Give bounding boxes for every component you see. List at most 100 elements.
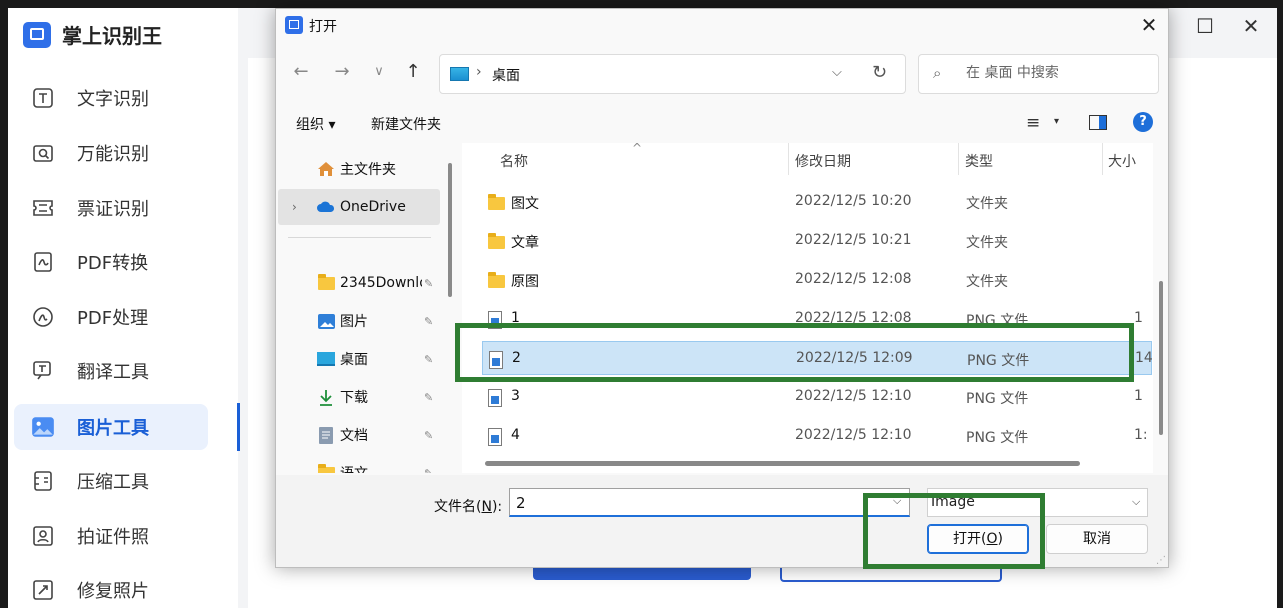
- file-row[interactable]: 原图 2022/12/5 12:08 文件夹: [482, 263, 1152, 297]
- chevron-right-icon[interactable]: ›: [292, 200, 297, 214]
- nav-pane-item[interactable]: 2345Downlo ✎: [278, 265, 440, 301]
- close-icon[interactable]: ✕: [1236, 14, 1266, 38]
- nav-scrollbar[interactable]: [448, 163, 452, 297]
- recent-locations-icon[interactable]: ∨: [367, 64, 391, 79]
- pin-icon[interactable]: ✎: [424, 277, 433, 290]
- file-name: 图文: [511, 196, 539, 212]
- file-date: 2022/12/5 12:08: [795, 271, 912, 287]
- file-row[interactable]: 4 2022/12/5 12:10 PNG 文件 1:: [482, 419, 1152, 453]
- app-title: 掌上识别王: [62, 24, 162, 48]
- pdf-convert-icon: [29, 248, 57, 276]
- help-icon[interactable]: ?: [1133, 112, 1153, 132]
- sidebar-item-label: 文字识别: [77, 89, 149, 110]
- app-logo-icon: [23, 21, 51, 48]
- sidebar-item[interactable]: 修复照片: [14, 567, 208, 608]
- search-box[interactable]: ⌕: [918, 54, 1159, 94]
- app-logo: 掌上识别王: [23, 20, 162, 49]
- sidebar-item[interactable]: 翻译工具: [14, 348, 208, 394]
- nav-pane-item[interactable]: 下载 ✎: [278, 379, 440, 415]
- search-input[interactable]: [964, 64, 1153, 82]
- file-type: PNG 文件: [966, 391, 1029, 407]
- cancel-button[interactable]: 取消: [1046, 524, 1148, 554]
- column-name[interactable]: 名称: [500, 151, 528, 171]
- file-size: 1:: [1134, 427, 1148, 443]
- pin-icon[interactable]: ✎: [424, 467, 433, 474]
- sidebar-item[interactable]: 图片工具: [14, 404, 208, 450]
- open-file-dialog: 打开 ✕ ← → ∨ ↑ › 桌面 ⌵ ↻ ⌕ 组织 ▾ 新建文件夹 ≡ ▾ ?…: [275, 8, 1169, 568]
- id-photo-icon: [29, 522, 57, 550]
- pin-icon[interactable]: ✎: [424, 391, 433, 404]
- column-size[interactable]: 大小: [1108, 151, 1136, 171]
- sidebar-item[interactable]: PDF转换: [14, 239, 208, 285]
- column-divider[interactable]: [958, 143, 959, 175]
- nav-pane-label: 桌面: [340, 352, 368, 368]
- dialog-app-icon: [285, 16, 303, 34]
- file-date: 2022/12/5 10:20: [795, 193, 912, 209]
- file-size: 1: [1134, 388, 1143, 404]
- file-name: 文章: [511, 235, 539, 251]
- dialog-toolbar: 组织 ▾ 新建文件夹 ≡ ▾ ?: [276, 107, 1168, 139]
- sidebar-item[interactable]: 万能识别: [14, 130, 208, 176]
- file-date: 2022/12/5 12:10: [795, 427, 912, 443]
- up-arrow-icon[interactable]: ↑: [401, 61, 425, 82]
- dialog-titlebar: 打开 ✕: [276, 9, 1168, 41]
- breadcrumb-separator: ›: [476, 64, 482, 80]
- resize-grip-icon[interactable]: ⋰: [1156, 555, 1166, 566]
- download-icon: [316, 388, 336, 406]
- pin-icon[interactable]: ✎: [424, 429, 433, 442]
- column-divider[interactable]: [788, 143, 789, 175]
- back-arrow-icon[interactable]: ←: [289, 61, 313, 82]
- sidebar-item-label: 万能识别: [77, 144, 149, 165]
- nav-pane-item[interactable]: 桌面 ✎: [278, 341, 440, 377]
- sidebar-item-label: 翻译工具: [77, 362, 149, 383]
- pin-icon[interactable]: ✎: [424, 315, 433, 328]
- nav-pane-item[interactable]: 文档 ✎: [278, 417, 440, 453]
- view-dropdown-icon[interactable]: ▾: [1054, 116, 1059, 127]
- nav-pane-item[interactable]: 主文件夹: [278, 151, 440, 187]
- chevron-down-icon[interactable]: ⌵: [1132, 495, 1140, 509]
- file-row[interactable]: 图文 2022/12/5 10:20 文件夹: [482, 185, 1152, 219]
- address-bar[interactable]: › 桌面 ⌵ ↻: [439, 54, 906, 94]
- sidebar-item[interactable]: 压缩工具: [14, 458, 208, 504]
- png-file-icon: [488, 389, 502, 407]
- chevron-down-icon[interactable]: ⌵: [832, 65, 842, 80]
- folder-icon: [488, 233, 505, 249]
- sort-up-icon: ^: [632, 143, 643, 155]
- nav-pane-item[interactable]: 图片 ✎: [278, 303, 440, 339]
- nav-pane-item[interactable]: 语文✎: [278, 455, 440, 473]
- sidebar-item[interactable]: 文字识别: [14, 75, 208, 121]
- sidebar-item-label: 修复照片: [77, 581, 149, 602]
- folder-icon: [488, 194, 505, 210]
- dialog-close-icon[interactable]: ✕: [1136, 13, 1162, 37]
- onedrive-icon: [316, 198, 336, 216]
- file-row[interactable]: 3 2022/12/5 12:10 PNG 文件 1: [482, 380, 1152, 414]
- filename-input[interactable]: [514, 493, 878, 513]
- pdf-process-icon: [29, 303, 57, 331]
- nav-pane-item[interactable]: › OneDrive: [278, 189, 440, 225]
- refresh-icon[interactable]: ↻: [872, 62, 887, 83]
- sidebar-item[interactable]: 拍证件照: [14, 513, 208, 559]
- sidebar-item-label: 拍证件照: [77, 527, 149, 548]
- forward-arrow-icon[interactable]: →: [330, 61, 354, 82]
- sidebar-item[interactable]: PDF处理: [14, 294, 208, 340]
- vertical-scrollbar[interactable]: [1159, 281, 1163, 435]
- view-options-icon[interactable]: ≡: [1026, 113, 1040, 133]
- maximize-icon[interactable]: ☐: [1190, 14, 1220, 38]
- column-type[interactable]: 类型: [965, 151, 993, 171]
- new-folder-button[interactable]: 新建文件夹: [371, 114, 441, 134]
- nav-pane-label: 语文: [340, 463, 422, 473]
- sidebar-item[interactable]: 票证识别: [14, 185, 208, 231]
- file-row[interactable]: 文章 2022/12/5 10:21 文件夹: [482, 224, 1152, 258]
- filename-field[interactable]: ⌵: [509, 488, 910, 517]
- column-date[interactable]: 修改日期: [795, 151, 851, 171]
- nav-pane-label: 2345Downlo: [340, 275, 422, 291]
- filename-label: 文件名(N):: [434, 499, 503, 515]
- active-indicator: [237, 403, 240, 451]
- sidebar-item-label: PDF转换: [77, 253, 149, 274]
- preview-pane-icon[interactable]: [1089, 115, 1107, 130]
- column-divider[interactable]: [1102, 143, 1103, 175]
- horizontal-scrollbar[interactable]: [485, 461, 1080, 466]
- organize-menu[interactable]: 组织 ▾: [296, 114, 335, 134]
- pin-icon[interactable]: ✎: [424, 353, 433, 366]
- breadcrumb-location[interactable]: 桌面: [492, 65, 520, 85]
